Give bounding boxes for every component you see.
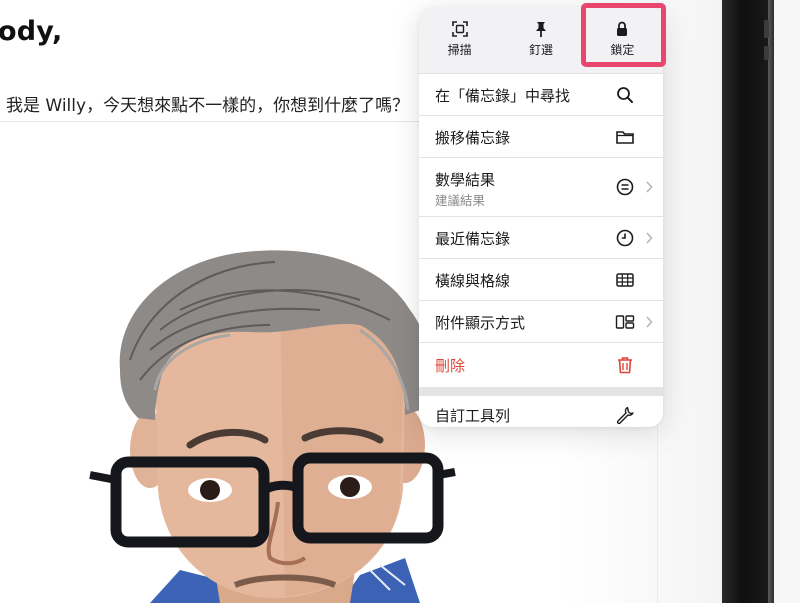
note-title[interactable]: ody, bbox=[0, 16, 62, 47]
attachment-view-icon bbox=[615, 315, 635, 329]
equals-circle-icon bbox=[616, 178, 634, 196]
menu-item-label: 刪除 bbox=[435, 357, 466, 375]
side-button-mid bbox=[764, 46, 769, 60]
menu-item-lines-and-grids[interactable]: 橫線與格線 bbox=[419, 258, 663, 300]
menu-item-label: 自訂工具列 bbox=[435, 407, 511, 425]
more-options-menu: 掃描 釘選 鎖定 在「備忘錄」中尋找 搬移備忘錄 數學結果 建議結果 最近備忘錄… bbox=[419, 7, 663, 427]
clock-icon bbox=[616, 229, 634, 247]
trash-icon bbox=[618, 357, 632, 374]
ipad-bezel bbox=[722, 0, 772, 603]
menu-item-find-in-notes[interactable]: 在「備忘錄」中尋找 bbox=[419, 73, 663, 115]
menu-item-delete[interactable]: 刪除 bbox=[419, 342, 663, 387]
folder-icon bbox=[616, 131, 634, 144]
note-text-line[interactable]: 我是 Willy，今天想來點不一樣的，你想到什麼了嗎？ bbox=[6, 91, 409, 116]
search-icon bbox=[617, 87, 633, 103]
menu-section-gap bbox=[419, 387, 663, 396]
chevron-right-icon bbox=[646, 232, 653, 244]
pin-button[interactable]: 釘選 bbox=[500, 7, 581, 71]
wrench-icon bbox=[616, 406, 634, 425]
scan-icon bbox=[451, 21, 468, 37]
chevron-right-icon bbox=[646, 316, 653, 328]
menu-item-sublabel: 建議結果 bbox=[435, 193, 486, 208]
menu-item-attachment-view[interactable]: 附件顯示方式 bbox=[419, 300, 663, 342]
chevron-right-icon bbox=[646, 181, 653, 193]
menu-item-recent-notes[interactable]: 最近備忘錄 bbox=[419, 216, 663, 258]
grid-icon bbox=[616, 273, 634, 287]
portrait-illustration bbox=[89, 250, 456, 603]
note-divider bbox=[0, 121, 430, 122]
menu-item-label: 橫線與格線 bbox=[435, 272, 511, 290]
menu-item-label: 在「備忘錄」中尋找 bbox=[435, 87, 571, 105]
menu-item-label: 最近備忘錄 bbox=[435, 230, 511, 248]
menu-item-math-results[interactable]: 數學結果 建議結果 bbox=[419, 157, 663, 216]
pin-icon bbox=[535, 22, 546, 37]
scan-label: 掃描 bbox=[447, 43, 472, 57]
menu-item-label: 數學結果 bbox=[435, 171, 496, 189]
side-button-top bbox=[764, 20, 769, 38]
menu-item-label: 附件顯示方式 bbox=[435, 314, 526, 332]
scan-button[interactable]: 掃描 bbox=[419, 7, 500, 71]
menu-item-label: 搬移備忘錄 bbox=[435, 129, 511, 147]
menu-item-move-note[interactable]: 搬移備忘錄 bbox=[419, 115, 663, 157]
menu-item-customize-toolbar[interactable]: 自訂工具列 bbox=[419, 396, 663, 427]
lock-button-highlight bbox=[581, 3, 666, 67]
pin-label: 釘選 bbox=[528, 43, 553, 57]
background-outside bbox=[774, 0, 800, 603]
